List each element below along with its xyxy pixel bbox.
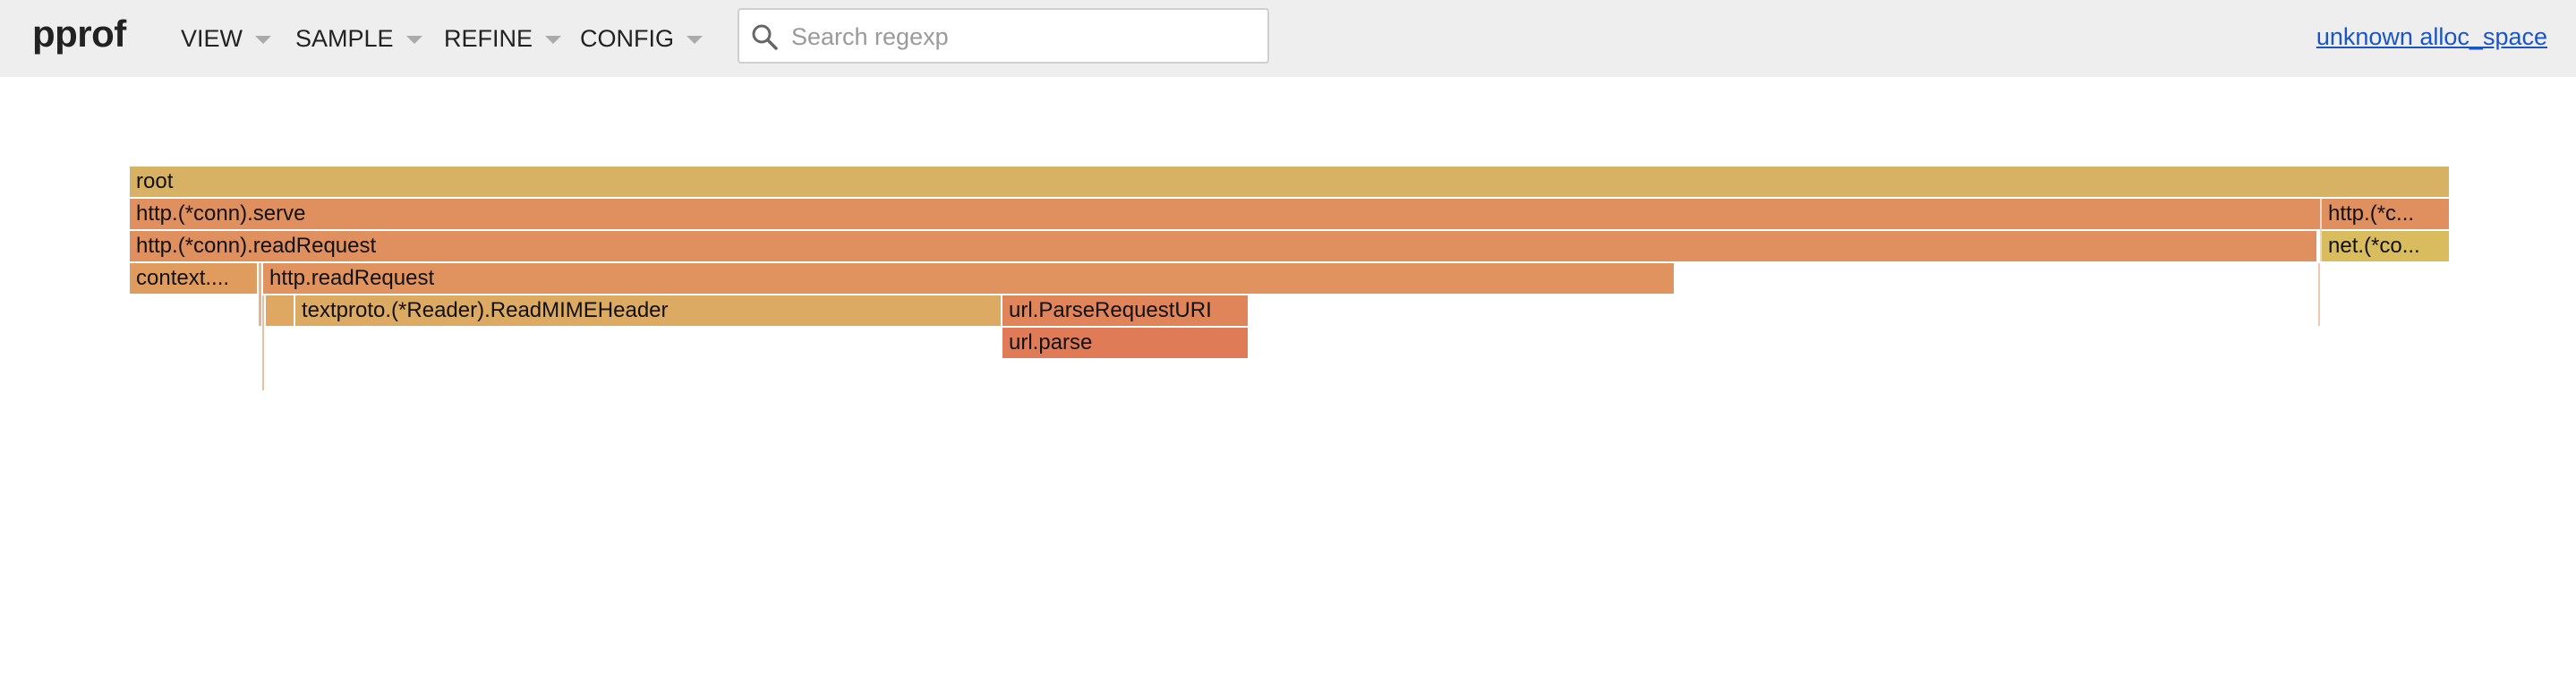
frame-sliver[interactable] xyxy=(262,295,264,390)
frame-label: net.(*co... xyxy=(2328,234,2420,258)
frame-conn-readrequest[interactable]: http.(*conn).readRequest xyxy=(130,231,2316,261)
frame-small[interactable] xyxy=(266,295,294,326)
top-toolbar: pprof VIEW SAMPLE REFINE CONFIG unknown … xyxy=(0,0,2576,77)
view-menu[interactable]: VIEW xyxy=(181,23,272,54)
frame-http-readrequest[interactable]: http.readRequest xyxy=(263,263,1674,294)
frame-label: http.readRequest xyxy=(269,266,435,290)
flame-graph: root http.(*conn).serve http.(*c... http… xyxy=(0,0,2576,684)
profile-link[interactable]: unknown alloc_space xyxy=(2316,23,2547,51)
refine-menu[interactable]: REFINE xyxy=(444,23,562,54)
sample-menu-label: SAMPLE xyxy=(295,24,394,52)
search-icon xyxy=(752,24,778,50)
frame-label: context.... xyxy=(136,266,230,290)
chevron-down-icon xyxy=(405,36,422,44)
chevron-down-icon xyxy=(255,36,272,44)
pprof-logo: pprof xyxy=(32,13,126,55)
frame-sliver[interactable] xyxy=(259,263,261,326)
frame-url-parse[interactable]: url.parse xyxy=(1002,328,1248,358)
frame-conn-serve-2[interactable]: http.(*c... xyxy=(2322,199,2449,229)
sample-menu[interactable]: SAMPLE xyxy=(295,23,422,54)
frame-label: http.(*c... xyxy=(2328,201,2415,226)
frame-readmimeheader[interactable]: textproto.(*Reader).ReadMIMEHeader xyxy=(295,295,1001,326)
frame-label: url.parse xyxy=(1009,330,1093,355)
frame-context[interactable]: context.... xyxy=(130,263,257,294)
frame-sliver[interactable] xyxy=(2318,263,2320,326)
search-input[interactable] xyxy=(789,19,1258,55)
frame-root[interactable]: root xyxy=(130,167,2449,197)
frame-sliver[interactable] xyxy=(2320,199,2322,261)
frame-label: http.(*conn).readRequest xyxy=(136,234,377,258)
frame-label: textproto.(*Reader).ReadMIMEHeader xyxy=(302,298,669,322)
search-box xyxy=(738,8,1269,64)
frame-label: http.(*conn).serve xyxy=(136,201,306,226)
frame-label: url.ParseRequestURI xyxy=(1009,298,1212,322)
refine-menu-label: REFINE xyxy=(444,24,533,52)
chevron-down-icon xyxy=(545,36,562,44)
frame-net-conn[interactable]: net.(*co... xyxy=(2322,231,2449,261)
config-menu[interactable]: CONFIG xyxy=(580,23,703,54)
frame-conn-serve[interactable]: http.(*conn).serve xyxy=(130,199,2320,229)
config-menu-label: CONFIG xyxy=(580,24,674,52)
frame-parserequesturi[interactable]: url.ParseRequestURI xyxy=(1002,295,1248,326)
frame-label: root xyxy=(136,169,174,193)
view-menu-label: VIEW xyxy=(181,24,243,52)
chevron-down-icon xyxy=(687,36,703,44)
